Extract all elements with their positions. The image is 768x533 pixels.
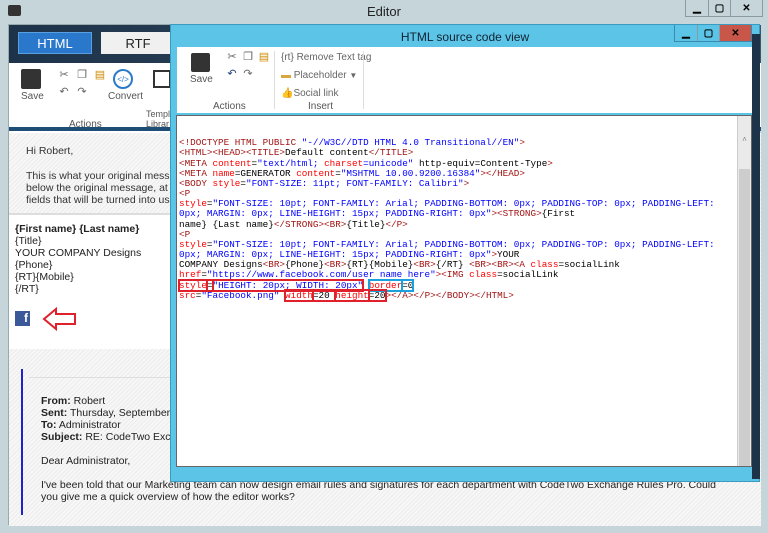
undo-icon[interactable]: ↶ <box>57 85 71 98</box>
code-token: class <box>469 269 497 280</box>
sent-line: Sent: Thursday, September 04 <box>41 407 186 419</box>
thumbs-up-icon: 👍 <box>281 88 293 99</box>
insert-group-label: Insert <box>308 101 333 112</box>
title-bar: Editor ▁ ▢ ✕ <box>0 0 768 24</box>
actions-group-label: Actions <box>69 119 102 130</box>
code-token: ><IMG <box>436 269 469 280</box>
cut-icon[interactable]: ✂ <box>225 50 239 63</box>
html-source-dialog: HTML source code view ▁ ▢ ✕ Save ✂ ❐ ▤ ↶… <box>170 24 760 482</box>
dialog-ribbon: Save ✂ ❐ ▤ ↶ ↷ Actions {rt} Remove Text … <box>177 47 753 113</box>
copy-icon[interactable]: ❐ <box>75 68 89 81</box>
dialog-title: HTML source code view <box>171 30 759 44</box>
tab-rtf[interactable]: RTF <box>101 32 175 54</box>
signature-line: {RT}{Mobile} <box>15 271 141 283</box>
code-token: src <box>179 290 196 301</box>
scroll-up-icon[interactable]: ˄ <box>738 136 751 146</box>
chevron-down-icon: ▼ <box>349 71 357 80</box>
code-token: "Facebook.png" <box>201 290 279 301</box>
divider <box>274 51 275 109</box>
salutation: Dear Administrator, <box>41 455 130 467</box>
code-token: </STRONG><BR> <box>274 219 347 230</box>
paste-icon[interactable]: ▤ <box>257 50 271 63</box>
code-line: href="https://www.facebook.com/user name… <box>179 270 751 280</box>
signature-line: {Title} <box>15 235 141 247</box>
code-token: name} {Last name} <box>179 219 274 230</box>
window-title: Editor <box>0 4 768 19</box>
undo-icon[interactable]: ↶ <box>225 67 239 80</box>
signature-line: YOUR COMPANY Designs <box>15 247 141 259</box>
paste-icon[interactable]: ▤ <box>93 68 107 81</box>
folder-icon: ▬ <box>281 70 294 81</box>
red-arrow-icon <box>42 307 78 331</box>
code-token <box>363 280 369 291</box>
code-token: =20 <box>313 290 335 301</box>
convert-label[interactable]: Convert <box>108 91 143 102</box>
social-link-button[interactable]: 👍Social link <box>281 88 338 99</box>
scrollbar-thumb[interactable] <box>739 169 750 467</box>
code-token: </P> <box>385 219 407 230</box>
signature-line: {/RT} <box>15 283 141 295</box>
greeting: Hi Robert, <box>26 145 73 157</box>
code-token: =socialLink <box>558 259 619 270</box>
dialog-close-button[interactable]: ✕ <box>719 25 751 41</box>
code-token: "FONT-SIZE: 11pt; FONT-FAMILY: Calibri" <box>246 178 464 189</box>
dialog-maximize-button[interactable]: ▢ <box>697 25 719 41</box>
code-token: style <box>212 178 240 189</box>
code-token: ></HEAD> <box>480 168 525 179</box>
quote-paragraph: I've been told that our Marketing team c… <box>41 479 721 503</box>
quote-bar <box>21 369 23 515</box>
redo-icon[interactable]: ↷ <box>75 85 89 98</box>
body-line: This is what your original message <box>26 170 187 182</box>
dialog-minimize-button[interactable]: ▁ <box>675 25 697 41</box>
template-icon[interactable] <box>153 70 171 88</box>
minimize-button[interactable]: ▁ <box>686 0 708 16</box>
maximize-button[interactable]: ▢ <box>708 0 730 16</box>
save-icon[interactable] <box>191 53 210 72</box>
tab-html[interactable]: HTML <box>18 32 92 54</box>
code-line: <BODY style="FONT-SIZE: 11pt; FONT-FAMIL… <box>179 179 751 189</box>
code-token: href <box>179 269 201 280</box>
body-line: below the original message, at the <box>26 182 187 194</box>
code-token: > <box>464 178 470 189</box>
body-line: fields that will be turned into users' <box>26 194 187 206</box>
code-token: height <box>335 290 368 301</box>
to-line: To: Administrator <box>41 419 186 431</box>
signature-block: {First name} {Last name} {Title} YOUR CO… <box>9 213 179 349</box>
window-edge <box>752 34 760 479</box>
code-line: name} {Last name}</STRONG><BR>{Title}</P… <box>179 220 751 230</box>
code-token: =socialLink <box>497 269 558 280</box>
code-token: width <box>285 290 313 301</box>
code-token: > <box>547 158 553 169</box>
remove-text-tag-button[interactable]: {rt} Remove Text tag <box>281 52 371 63</box>
from-line: From: Robert <box>41 395 186 407</box>
subject-line: Subject: RE: CodeTwo Exchar <box>41 431 186 443</box>
code-token: {First <box>542 208 575 219</box>
code-token: ></A></P></BODY></HTML> <box>386 290 514 301</box>
close-button[interactable]: ✕ <box>730 0 762 16</box>
signature-name: {First name} {Last name} <box>15 223 141 235</box>
copy-icon[interactable]: ❐ <box>241 50 255 63</box>
save-icon[interactable] <box>21 69 41 89</box>
rt-icon: {rt} <box>281 52 297 63</box>
redo-icon[interactable]: ↷ <box>241 67 255 80</box>
placeholder-button[interactable]: ▬ Placeholder ▼ <box>281 70 357 81</box>
cut-icon[interactable]: ✂ <box>57 68 71 81</box>
vertical-scrollbar[interactable]: ˄ ˅ <box>737 116 751 466</box>
source-code-editor[interactable]: <!DOCTYPE HTML PUBLIC "-//W3C//DTD HTML … <box>176 115 752 467</box>
save-label[interactable]: Save <box>21 91 44 102</box>
code-line: src="Facebook.png" width=20 height=20></… <box>179 291 751 301</box>
code-token: > <box>519 137 525 148</box>
convert-icon[interactable]: </> <box>113 69 133 89</box>
code-token: =20 <box>369 290 386 301</box>
actions-group-label: Actions <box>213 101 246 112</box>
code-token: ><STRONG> <box>491 208 541 219</box>
dialog-save-label[interactable]: Save <box>190 74 213 85</box>
facebook-icon[interactable]: f <box>15 311 30 326</box>
code-token: "https://www.facebook.com/user name here… <box>207 269 436 280</box>
signature-line: {Phone} <box>15 259 141 271</box>
divider <box>363 51 364 109</box>
code-token: {Title} <box>346 219 385 230</box>
